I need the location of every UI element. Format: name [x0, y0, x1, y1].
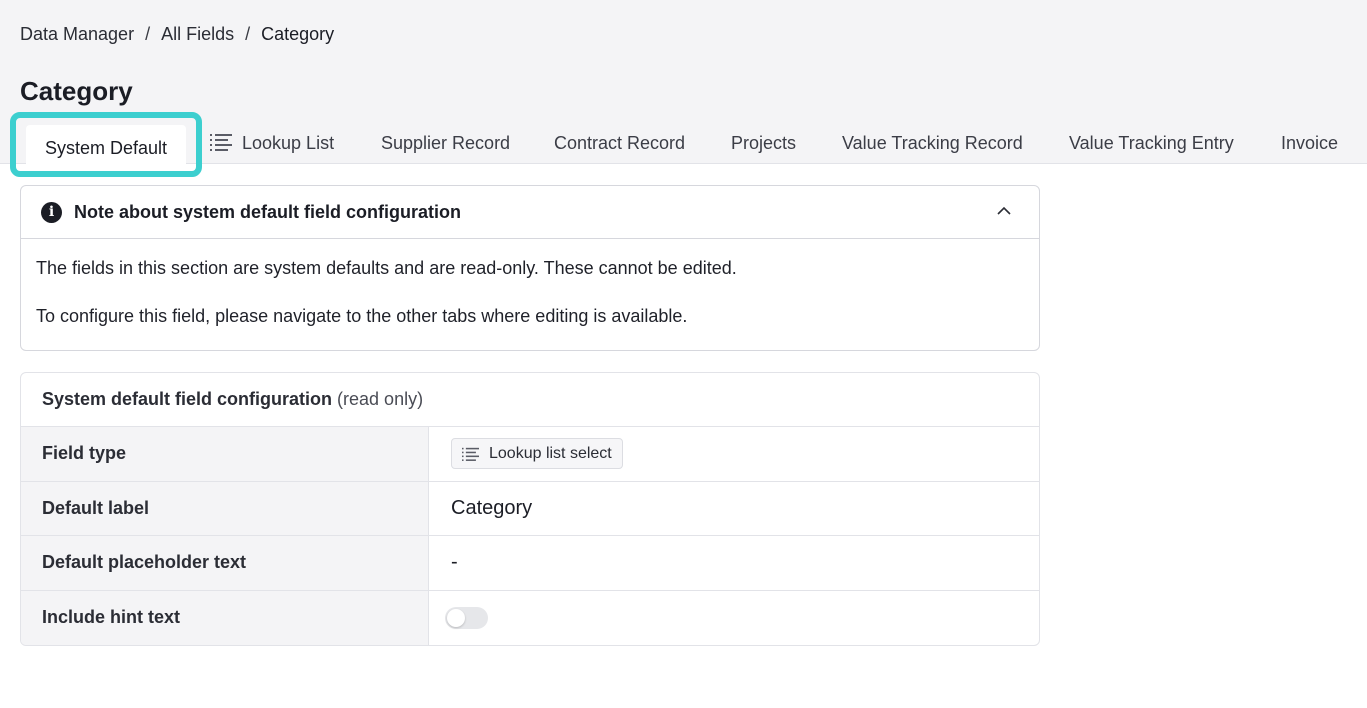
tab-projects[interactable]: Projects	[731, 123, 796, 163]
field-type-chip: Lookup list select	[451, 438, 623, 470]
row-label: Default label	[21, 481, 429, 535]
breadcrumb-current: Category	[261, 24, 335, 44]
breadcrumb-all-fields[interactable]: All Fields	[161, 24, 234, 45]
config-table: System default field configuration (read…	[20, 372, 1040, 646]
row-label: Default placeholder text	[21, 536, 429, 590]
tab-value-tracking-entry[interactable]: Value Tracking Entry	[1069, 123, 1234, 163]
tab-invoice[interactable]: Invoice	[1281, 123, 1338, 163]
note-title: Note about system default field configur…	[74, 201, 462, 222]
tab-label: Lookup List	[242, 133, 335, 153]
info-icon: i	[41, 201, 62, 223]
config-title-suffix: (read only)	[337, 389, 424, 409]
tab-supplier-record[interactable]: Supplier Record	[381, 123, 510, 163]
table-row: Default placeholder text -	[21, 536, 1039, 591]
list-icon	[462, 447, 479, 461]
tab-lookup-list[interactable]: Lookup List	[210, 123, 334, 163]
note-header[interactable]: i Note about system default field config…	[21, 186, 1039, 239]
page-header-area: Data Manager / All Fields / Category Cat…	[0, 0, 1367, 177]
toggle-knob	[447, 608, 465, 627]
config-title: System default field configuration	[42, 389, 333, 409]
note-text-line: The fields in this section are system de…	[36, 258, 737, 278]
row-value: Category	[451, 496, 533, 519]
config-table-header: System default field configuration (read…	[21, 373, 1039, 427]
breadcrumb: Data Manager / All Fields / Category	[20, 24, 334, 45]
chevron-up-icon[interactable]	[997, 204, 1011, 218]
breadcrumb-separator: /	[145, 24, 151, 44]
row-label: Include hint text	[21, 590, 429, 645]
tab-contract-record[interactable]: Contract Record	[554, 123, 685, 163]
breadcrumb-separator: /	[245, 24, 251, 44]
breadcrumb-data-manager[interactable]: Data Manager	[20, 24, 134, 45]
tab-value-tracking-record[interactable]: Value Tracking Record	[842, 123, 1023, 163]
table-row: Default label Category	[21, 481, 1039, 536]
page-title: Category	[20, 76, 133, 106]
chip-label: Lookup list select	[489, 444, 612, 462]
tab-bar: System Default Lookup List Supplier Reco…	[0, 112, 1367, 177]
list-icon	[210, 134, 232, 152]
note-text-line: To configure this field, please navigate…	[36, 306, 688, 326]
row-value: Lookup list select	[429, 427, 1039, 481]
note-body: The fields in this section are system de…	[21, 239, 1039, 327]
table-row: Field type Lookup list select	[21, 427, 1039, 482]
row-value	[429, 591, 1039, 646]
row-value: -	[451, 551, 458, 574]
note-panel: i Note about system default field config…	[20, 185, 1040, 351]
tab-system-default[interactable]: System Default	[26, 125, 186, 171]
tab-highlight: System Default	[10, 112, 202, 177]
hint-text-toggle	[445, 606, 488, 629]
row-label: Field type	[21, 427, 429, 481]
table-row: Include hint text	[21, 590, 1039, 646]
